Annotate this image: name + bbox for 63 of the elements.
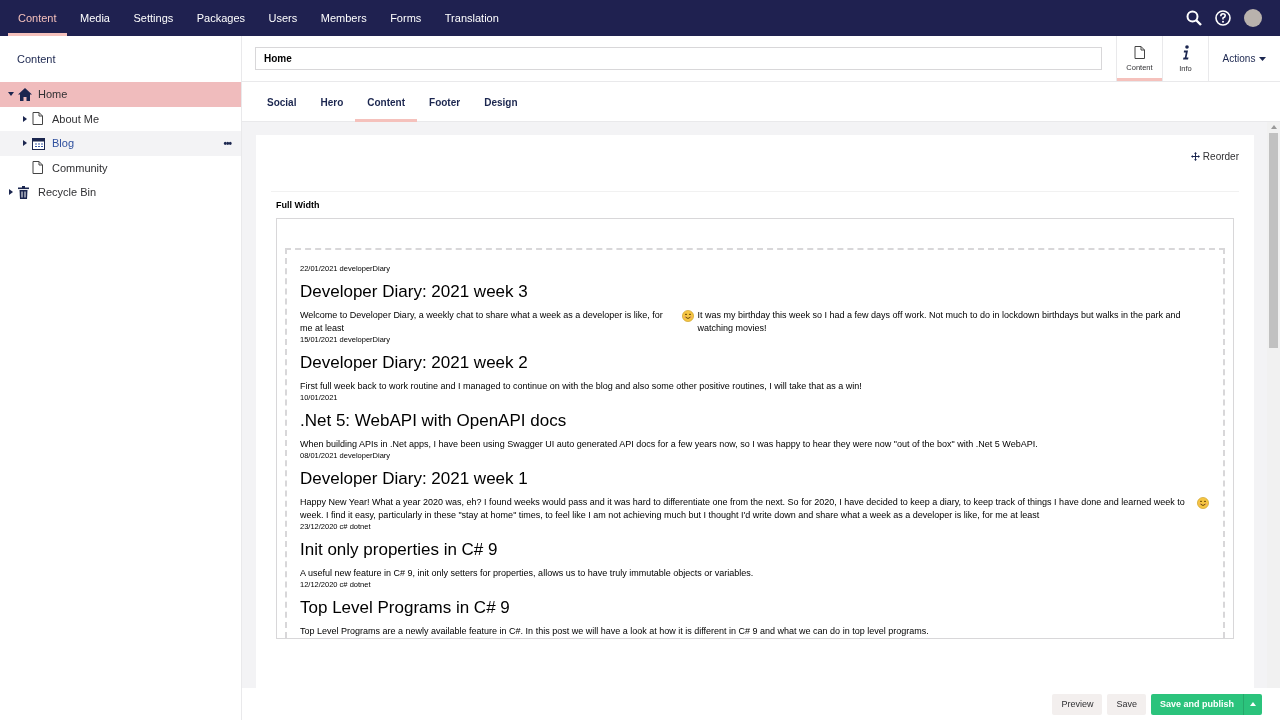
post-excerpt: It was my birthday this week so I had a few days off work. Not much to do in lockdown birthdays but walks in the park and watching movies! bbox=[697, 309, 1182, 335]
smiley-icon bbox=[681, 309, 694, 322]
section-tab[interactable]: Media bbox=[70, 0, 120, 36]
section-tab[interactable]: Users bbox=[258, 0, 308, 36]
tab[interactable]: Design bbox=[472, 82, 530, 122]
caret-up-icon bbox=[1250, 702, 1256, 706]
document-icon bbox=[32, 161, 43, 175]
section-tab[interactable]: Settings bbox=[123, 0, 184, 36]
post-excerpt: Happy New Year! What a year 2020 was, eh? I found weeks would pass and it was hard to differentiate one from the next. So for 2020, I have decided to keep a diary, to keep track of things I have done and learned week to week. I find it easy, particularly in these "stay at home" times, to feel like I am not achieving much but I thought I'd write down and share what a week as a developer is like, for me at least bbox=[300, 496, 1186, 522]
scroll-up-icon bbox=[1270, 125, 1277, 129]
tab[interactable]: Footer bbox=[417, 82, 473, 122]
actions-dropdown[interactable]: Actions bbox=[1208, 36, 1280, 81]
caret-down-icon bbox=[1259, 56, 1267, 61]
info-icon bbox=[1181, 44, 1190, 60]
post-title: Developer Diary: 2021 week 2 bbox=[300, 352, 529, 374]
post-title: Developer Diary: 2021 week 3 bbox=[300, 281, 529, 303]
tree-item[interactable]: Community bbox=[0, 155, 241, 180]
user-avatar[interactable] bbox=[1244, 9, 1262, 27]
tab[interactable]: Hero bbox=[308, 82, 356, 122]
post-title: Init only properties in C# 9 bbox=[300, 539, 499, 561]
post-excerpt: A useful new feature in C# 9, init only setters for properties, allows us to have truly immutable objects or variables. bbox=[300, 567, 754, 580]
tab[interactable]: Content bbox=[355, 82, 418, 122]
home-icon bbox=[18, 87, 32, 101]
tree-label: About Me bbox=[52, 112, 101, 125]
name-field[interactable]: Home bbox=[255, 47, 1102, 70]
tree-label: Blog bbox=[52, 137, 76, 150]
footer-button[interactable]: Preview bbox=[1052, 693, 1103, 715]
post-excerpt: Top Level Programs are a newly available feature in C#. In this post we will have a look at how it is different in C# 9 and what we can do in top level programs. bbox=[300, 625, 929, 638]
footer-button[interactable]: Save bbox=[1107, 693, 1146, 715]
tree-item[interactable]: Recycle Bin bbox=[0, 180, 241, 205]
section-tab[interactable]: Packages bbox=[186, 0, 256, 36]
section-tab[interactable]: Content bbox=[8, 0, 67, 36]
tree-label: Recycle Bin bbox=[38, 186, 98, 199]
post-title: .Net 5: WebAPI with OpenAPI docs bbox=[300, 410, 568, 432]
tab[interactable]: Social bbox=[255, 82, 309, 122]
tree-label: Home bbox=[38, 88, 69, 101]
reorder-button[interactable]: Reorder bbox=[1190, 151, 1239, 162]
more-options-button[interactable] bbox=[1243, 693, 1262, 715]
post-excerpt: First full week back to work routine and I managed to continue on with the blog and also some other positive routines, I will take that as a win! bbox=[300, 380, 862, 393]
section-tab[interactable]: Translation bbox=[434, 0, 509, 36]
smiley-icon bbox=[1197, 496, 1209, 509]
tree-item[interactable]: About Me bbox=[0, 106, 241, 131]
tree-label: Community bbox=[52, 161, 109, 174]
scrollbar[interactable] bbox=[1267, 122, 1280, 688]
tree-item[interactable]: Home bbox=[0, 82, 241, 107]
tree-item[interactable]: Blog ••• bbox=[0, 131, 241, 156]
more-options-button[interactable]: ••• bbox=[223, 137, 231, 149]
post-title: Top Level Programs in C# 9 bbox=[300, 597, 511, 619]
scrollbar-thumb[interactable] bbox=[1269, 133, 1278, 348]
post-excerpt: When building APIs in .Net apps, I have been using Swagger UI auto generated API docs for a few years now, so I was happy to hear they were now "out of the box" with .Net 5 WebAPI. bbox=[300, 438, 1038, 451]
sidebar-title: Content bbox=[16, 52, 57, 67]
post-excerpt: Welcome to Developer Diary, a weekly chat to share what a week as a developer is like, for me at least bbox=[300, 309, 664, 335]
document-icon bbox=[1134, 45, 1145, 59]
section-tab[interactable]: Members bbox=[310, 0, 377, 36]
section-tab[interactable]: Forms bbox=[380, 0, 432, 36]
move-icon bbox=[1190, 152, 1200, 161]
section-title: Full Width bbox=[276, 199, 321, 212]
trash-icon bbox=[18, 185, 29, 199]
post-title: Developer Diary: 2021 week 1 bbox=[300, 468, 529, 490]
help-icon bbox=[1215, 10, 1231, 26]
calendar-icon bbox=[32, 136, 45, 150]
search-icon bbox=[1186, 10, 1202, 26]
document-icon bbox=[32, 112, 43, 126]
